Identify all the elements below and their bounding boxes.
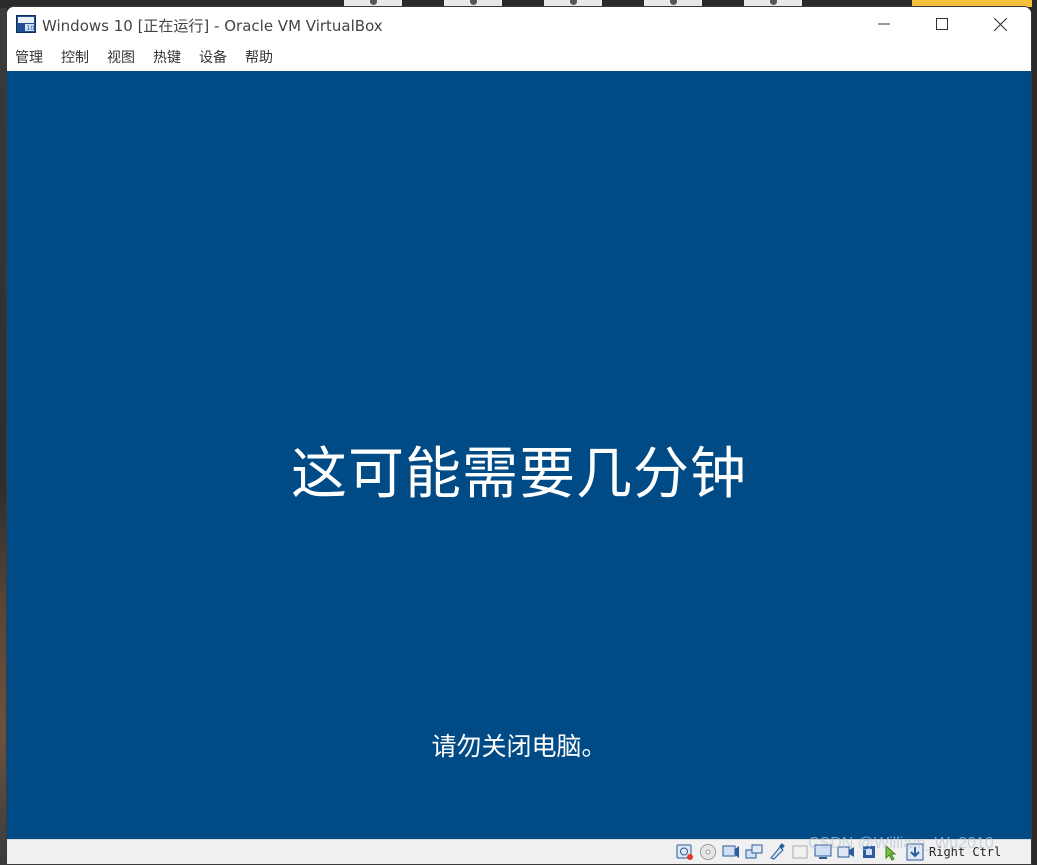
close-icon: [994, 18, 1007, 31]
menu-help[interactable]: 帮助: [245, 47, 273, 67]
close-button[interactable]: [971, 7, 1029, 41]
virtualbox-icon: 10: [16, 15, 36, 33]
maximize-icon: [936, 18, 948, 30]
desktop-tile: [912, 0, 1032, 7]
maximize-button[interactable]: [913, 7, 971, 41]
minimize-icon: [878, 23, 890, 25]
setup-heading: 这可能需要几分钟: [291, 442, 747, 507]
window-title: Windows 10 [正在运行] - Oracle VM VirtualBox: [42, 17, 383, 35]
menu-control[interactable]: 控制: [61, 47, 89, 67]
hard-disk-icon[interactable]: [676, 843, 694, 861]
desktop-tile: [744, 0, 802, 7]
desktop-background-right: [1031, 8, 1037, 865]
audio-icon[interactable]: [722, 843, 740, 861]
desktop-tile: [644, 0, 702, 7]
desktop-tile: [544, 0, 602, 7]
optical-drive-icon[interactable]: [699, 843, 717, 861]
minimize-button[interactable]: [855, 7, 913, 41]
usb-icon[interactable]: [768, 843, 786, 861]
setup-subtext: 请勿关闭电脑。: [431, 732, 607, 761]
menu-machine[interactable]: 管理: [15, 47, 43, 67]
network-icon[interactable]: [745, 843, 763, 861]
menu-input[interactable]: 热键: [153, 47, 181, 67]
svg-text:10: 10: [27, 25, 35, 32]
shared-folders-icon[interactable]: [791, 843, 809, 861]
desktop-background-left: [0, 8, 7, 865]
menu-bar: 管理 控制 视图 热键 设备 帮助: [7, 41, 1031, 71]
menu-devices[interactable]: 设备: [199, 47, 227, 67]
vm-display[interactable]: 这可能需要几分钟 请勿关闭电脑。: [7, 71, 1031, 839]
desktop-tile: [444, 0, 502, 7]
desktop-tile: [344, 0, 402, 7]
watermark: CSDN @William_Wu2010: [808, 835, 994, 852]
title-bar[interactable]: 10 Windows 10 [正在运行] - Oracle VM Virtual…: [7, 7, 1031, 41]
virtualbox-window: 10 Windows 10 [正在运行] - Oracle VM Virtual…: [7, 7, 1031, 864]
menu-view[interactable]: 视图: [107, 47, 135, 67]
